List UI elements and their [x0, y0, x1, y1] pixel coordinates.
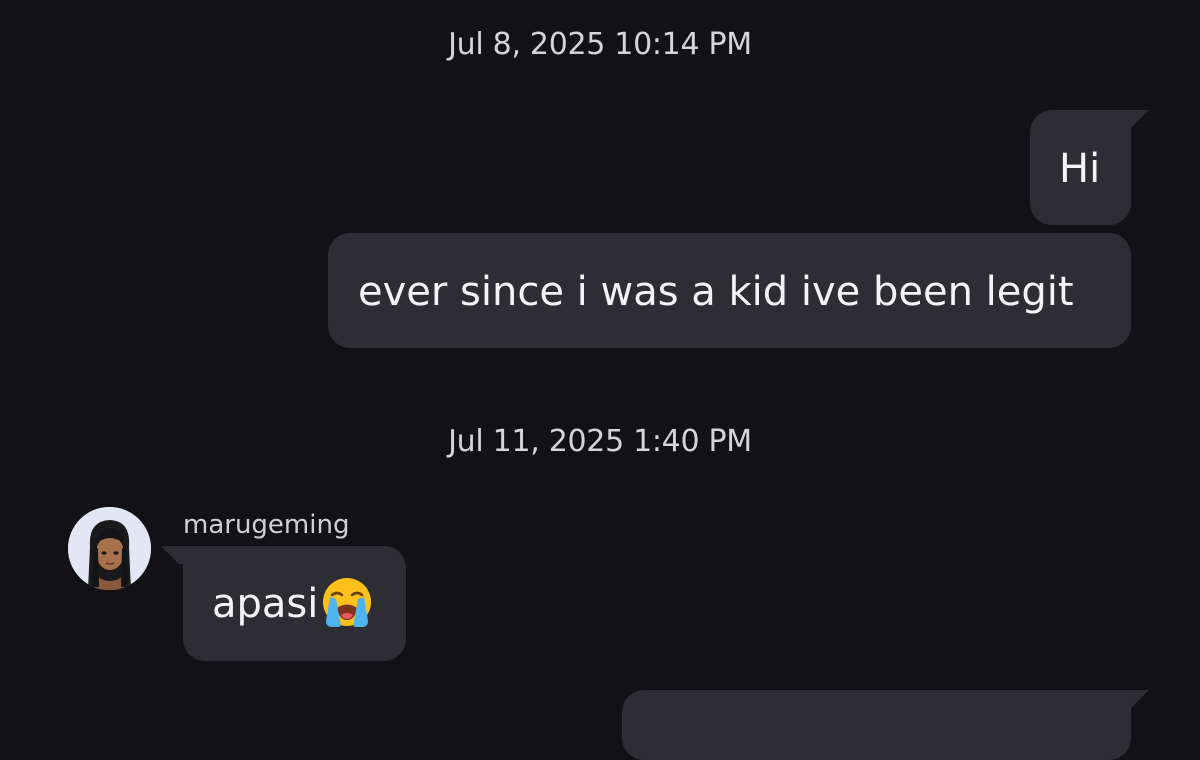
- message-timestamp: Jul 11, 2025 1:40 PM: [448, 424, 752, 459]
- message-text: apasi: [212, 581, 319, 627]
- incoming-message-bubble[interactable]: apasi: [183, 546, 406, 661]
- sender-name: marugeming: [183, 510, 350, 540]
- chat-thread[interactable]: Jul 8, 2025 10:14 PM Hi ever since i was…: [0, 0, 1200, 760]
- avatar[interactable]: [68, 507, 151, 590]
- outgoing-message-bubble[interactable]: [622, 690, 1131, 760]
- avatar-image: [68, 507, 151, 590]
- message-content: apasi: [212, 578, 374, 629]
- outgoing-message-bubble[interactable]: ever since i was a kid ive been legit: [328, 233, 1131, 348]
- loudly-crying-face-icon: [323, 578, 372, 627]
- outgoing-message-bubble[interactable]: Hi: [1030, 110, 1131, 225]
- message-text: Hi: [1059, 146, 1101, 192]
- message-timestamp: Jul 8, 2025 10:14 PM: [448, 27, 752, 62]
- message-text: ever since i was a kid ive been legit: [358, 269, 1074, 315]
